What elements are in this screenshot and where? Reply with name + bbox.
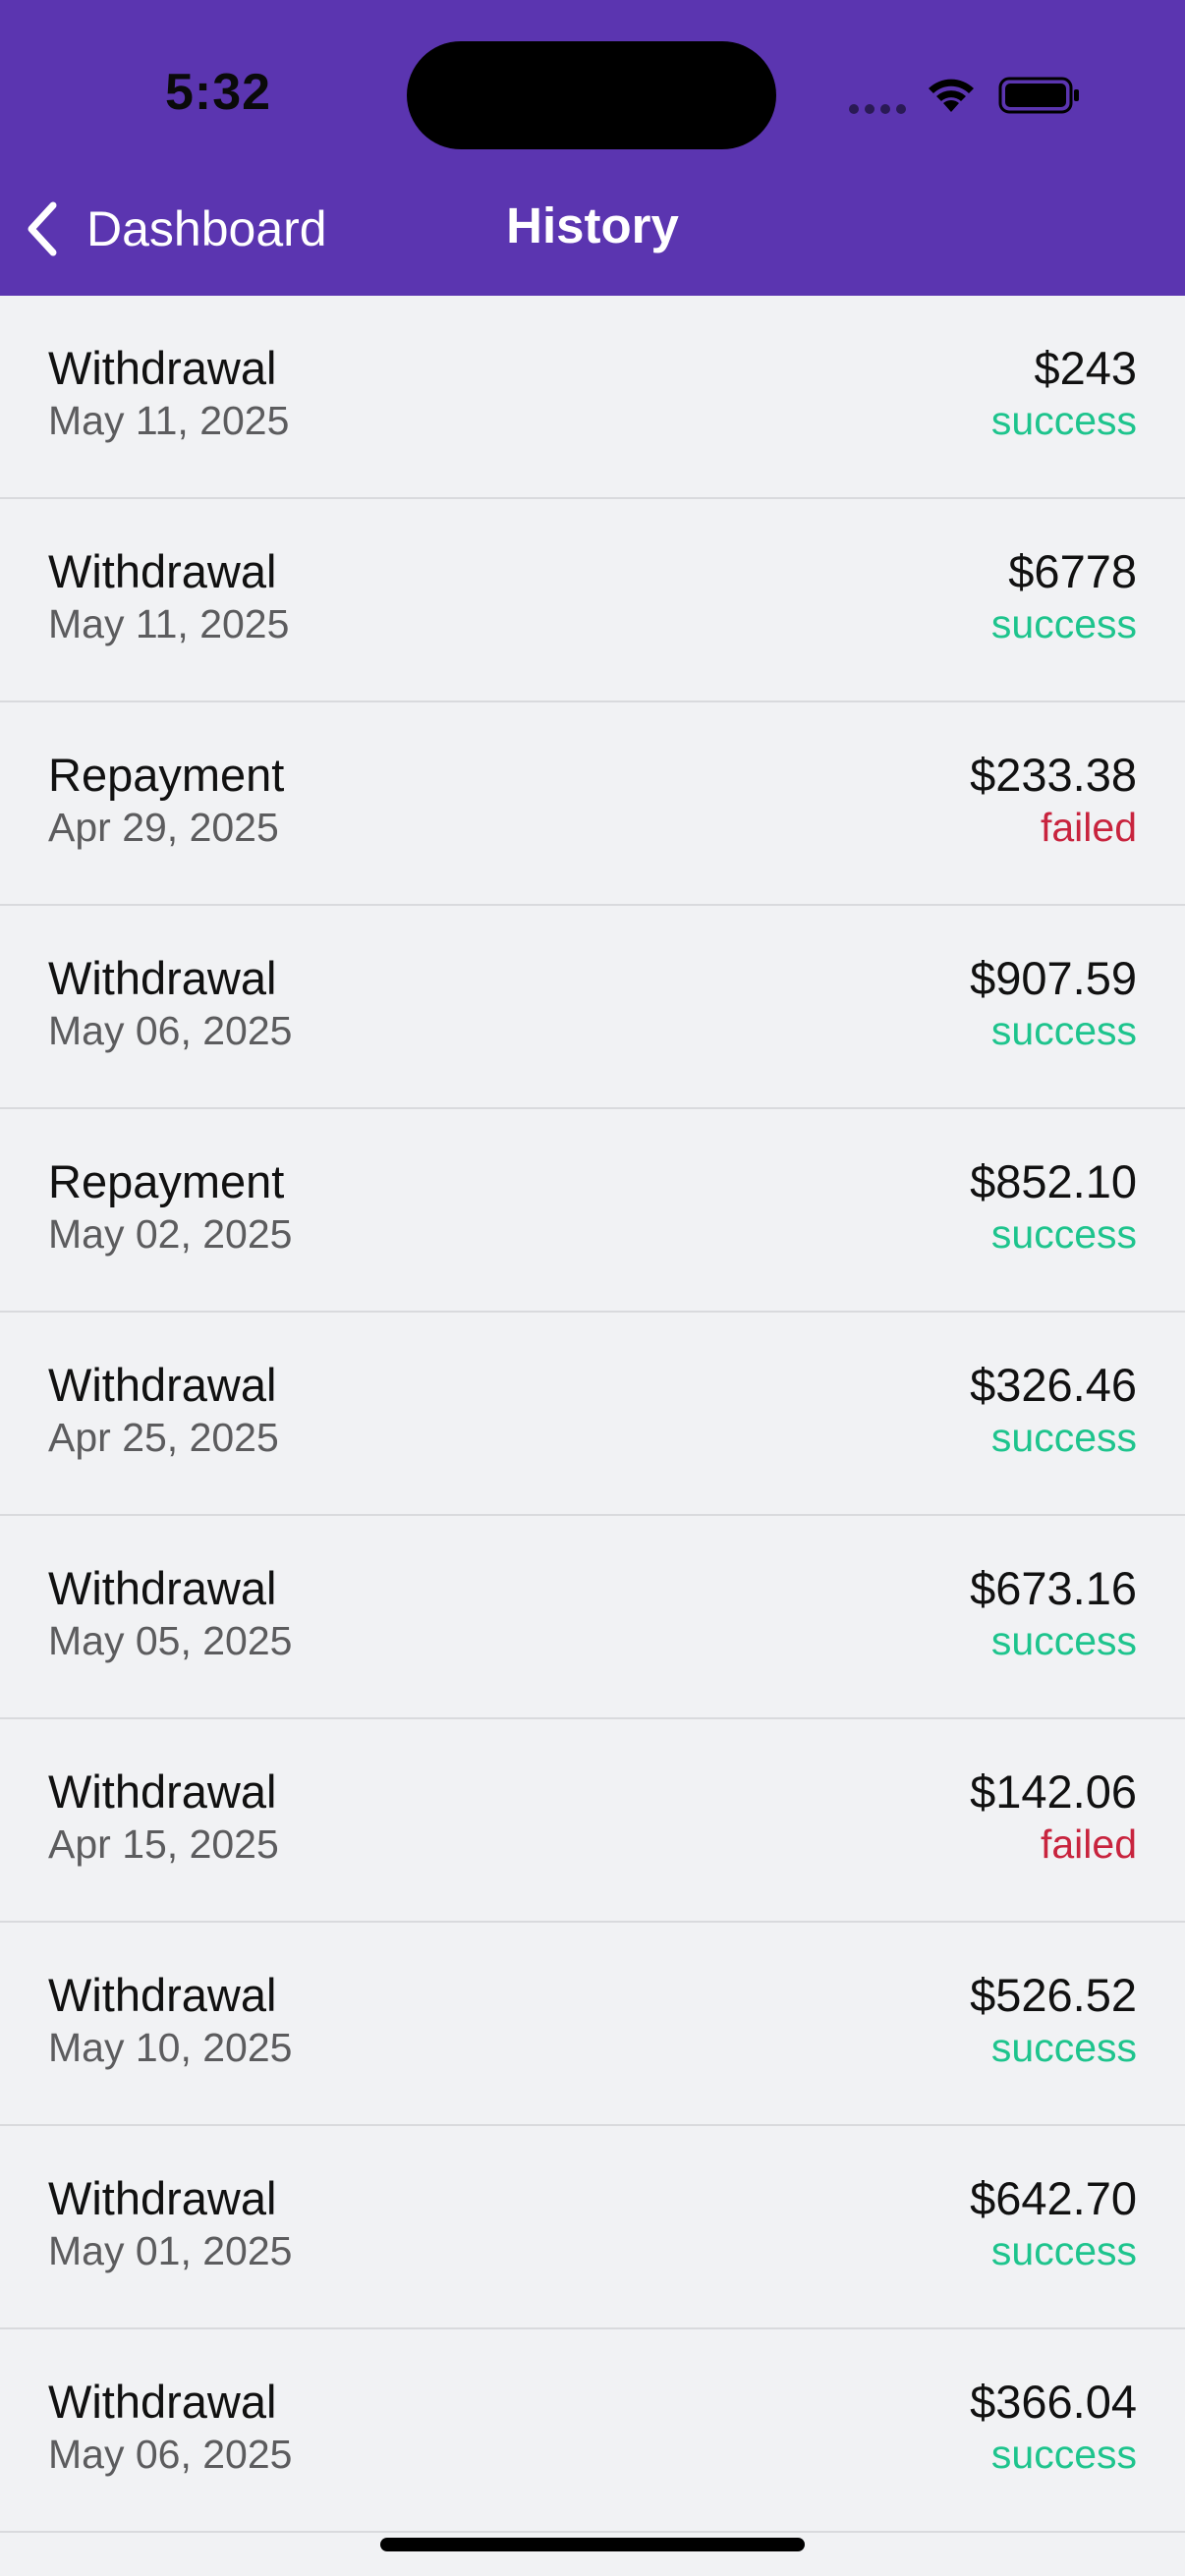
transaction-list: Withdrawal May 11, 2025 $243 success Wit… — [0, 296, 1185, 2533]
transaction-type: Withdrawal — [48, 1359, 277, 1411]
transaction-row[interactable]: Withdrawal May 05, 2025 $673.16 success — [0, 1516, 1185, 1719]
transaction-amount: $326.46 — [970, 1359, 1137, 1411]
transaction-type: Withdrawal — [48, 545, 277, 597]
transaction-type: Withdrawal — [48, 1765, 277, 1818]
transaction-status: success — [990, 1415, 1137, 1460]
transaction-status: failed — [1040, 805, 1137, 850]
transaction-amount: $673.16 — [970, 1562, 1137, 1614]
transaction-status: success — [990, 1008, 1137, 1053]
transaction-amount: $366.04 — [970, 2376, 1137, 2428]
transaction-row[interactable]: Withdrawal May 10, 2025 $526.52 success — [0, 1923, 1185, 2126]
transaction-type: Withdrawal — [48, 952, 277, 1004]
transaction-amount: $142.06 — [970, 1765, 1137, 1818]
transaction-date: May 02, 2025 — [48, 1211, 293, 1257]
transaction-date: May 05, 2025 — [48, 1618, 293, 1663]
transaction-amount: $233.38 — [970, 749, 1137, 801]
transaction-row[interactable]: Withdrawal May 11, 2025 $6778 success — [0, 499, 1185, 702]
transaction-status: failed — [1040, 1821, 1137, 1867]
battery-icon — [998, 77, 1079, 114]
wifi-icon — [929, 79, 974, 112]
transaction-amount: $852.10 — [970, 1155, 1137, 1207]
home-indicator[interactable] — [380, 2538, 805, 2551]
transaction-type: Repayment — [48, 1155, 285, 1207]
transaction-status: success — [990, 601, 1137, 646]
transaction-date: May 10, 2025 — [48, 2025, 293, 2070]
dynamic-island — [407, 41, 776, 149]
transaction-amount: $907.59 — [970, 952, 1137, 1004]
transaction-row[interactable]: Withdrawal Apr 25, 2025 $326.46 success — [0, 1313, 1185, 1516]
transaction-date: May 11, 2025 — [48, 398, 290, 443]
transaction-row[interactable]: Withdrawal May 06, 2025 $907.59 success — [0, 906, 1185, 1109]
transaction-row[interactable]: Withdrawal May 06, 2025 $366.04 success — [0, 2329, 1185, 2533]
transaction-type: Withdrawal — [48, 342, 277, 394]
page-title: History — [506, 197, 679, 253]
transaction-row[interactable]: Withdrawal May 01, 2025 $642.70 success — [0, 2126, 1185, 2329]
transaction-status: success — [990, 2025, 1137, 2070]
transaction-row[interactable]: Withdrawal May 11, 2025 $243 success — [0, 296, 1185, 499]
transaction-date: Apr 25, 2025 — [48, 1415, 279, 1460]
transaction-date: Apr 15, 2025 — [48, 1821, 279, 1867]
transaction-amount: $526.52 — [970, 1969, 1137, 2021]
transaction-status: success — [990, 2228, 1137, 2273]
transaction-date: May 06, 2025 — [48, 2432, 293, 2477]
transaction-date: May 01, 2025 — [48, 2228, 293, 2273]
transaction-row[interactable]: Withdrawal Apr 15, 2025 $142.06 failed — [0, 1719, 1185, 1923]
transaction-status: success — [990, 1618, 1137, 1663]
transaction-date: May 06, 2025 — [48, 1008, 293, 1053]
transaction-amount: $243 — [1034, 342, 1137, 394]
transaction-type: Withdrawal — [48, 2376, 277, 2428]
transaction-row[interactable]: Repayment Apr 29, 2025 $233.38 failed — [0, 702, 1185, 906]
transaction-status: success — [990, 1211, 1137, 1257]
transaction-date: May 11, 2025 — [48, 601, 290, 646]
transaction-row[interactable]: Repayment May 02, 2025 $852.10 success — [0, 1109, 1185, 1313]
transaction-status: success — [990, 398, 1137, 443]
transaction-type: Withdrawal — [48, 2172, 277, 2224]
status-bar-time: 5:32 — [165, 64, 272, 121]
transaction-amount: $642.70 — [970, 2172, 1137, 2224]
transaction-amount: $6778 — [1008, 545, 1137, 597]
transaction-status: success — [990, 2432, 1137, 2477]
transaction-type: Withdrawal — [48, 1969, 277, 2021]
transaction-type: Withdrawal — [48, 1562, 277, 1614]
navigation-header: 5:32 Dashboard History — [0, 0, 1185, 296]
cellular-signal-icon — [849, 104, 908, 114]
transaction-date: Apr 29, 2025 — [48, 805, 279, 850]
transaction-type: Repayment — [48, 749, 285, 801]
